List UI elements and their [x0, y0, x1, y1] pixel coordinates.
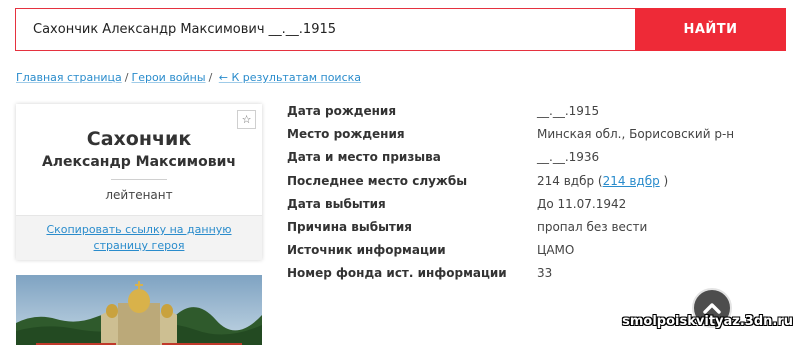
card-footer: Скопировать ссылку на данную страницу ге…: [16, 215, 262, 260]
info-label: Место рождения: [287, 127, 405, 142]
info-value: __.__.1936: [537, 150, 600, 165]
breadcrumb-home-link[interactable]: Главная страница: [16, 71, 122, 84]
card-divider: [111, 179, 167, 180]
hero-card: ☆ Сахончик Александр Максимович лейтенан…: [16, 104, 262, 260]
copy-link-button[interactable]: Скопировать ссылку на данную страницу ге…: [16, 216, 262, 254]
site-watermark: smolpoiskvityaz.3dn.ru: [622, 314, 793, 329]
hero-surname: Сахончик: [86, 128, 192, 150]
info-label: Дата рождения: [287, 104, 397, 118]
star-icon: ☆: [241, 113, 252, 126]
hero-rank: лейтенант: [105, 188, 173, 202]
search-input[interactable]: [15, 8, 635, 51]
breadcrumb: Главная страница / Герои войны / ← К резуль…: [16, 71, 361, 84]
info-label: Дата и место призыва: [287, 150, 441, 165]
info-label: Последнее место службы: [287, 173, 468, 188]
back-to-results-link[interactable]: ← К результатам поиска: [219, 71, 361, 84]
info-value: Минская обл., Борисовский р-н: [537, 127, 735, 142]
info-value: 214 вдбр (214 вдбр ): [537, 174, 668, 188]
service-value-prefix: 214 вдбр (: [537, 173, 603, 188]
search-button[interactable]: НАЙТИ: [635, 8, 786, 51]
info-value: __.__.1915: [537, 104, 600, 118]
favorite-button[interactable]: ☆: [237, 110, 256, 129]
service-value-suffix: ): [663, 173, 669, 188]
info-label: Номер фонда ист. информации: [287, 266, 507, 281]
breadcrumb-heroes-link[interactable]: Герои войны: [131, 71, 205, 84]
info-label: Источник информации: [287, 243, 446, 258]
info-label: Дата выбытия: [287, 196, 386, 211]
info-label: Причина выбытия: [287, 219, 412, 234]
info-value: ЦАМО: [537, 243, 575, 258]
info-value: пропал без вести: [537, 219, 648, 234]
memorial-photo: [16, 275, 262, 345]
chevron-up-icon: [703, 303, 721, 314]
breadcrumb-separator: /: [208, 71, 213, 84]
church-photo-image: [16, 275, 262, 345]
search-bar: НАЙТИ: [15, 8, 786, 51]
military-unit-link[interactable]: 214 вдбр: [603, 174, 660, 188]
hero-name: Александр Максимович: [41, 154, 237, 170]
info-value: 33: [537, 266, 553, 281]
info-value: До 11.07.1942: [537, 196, 627, 211]
